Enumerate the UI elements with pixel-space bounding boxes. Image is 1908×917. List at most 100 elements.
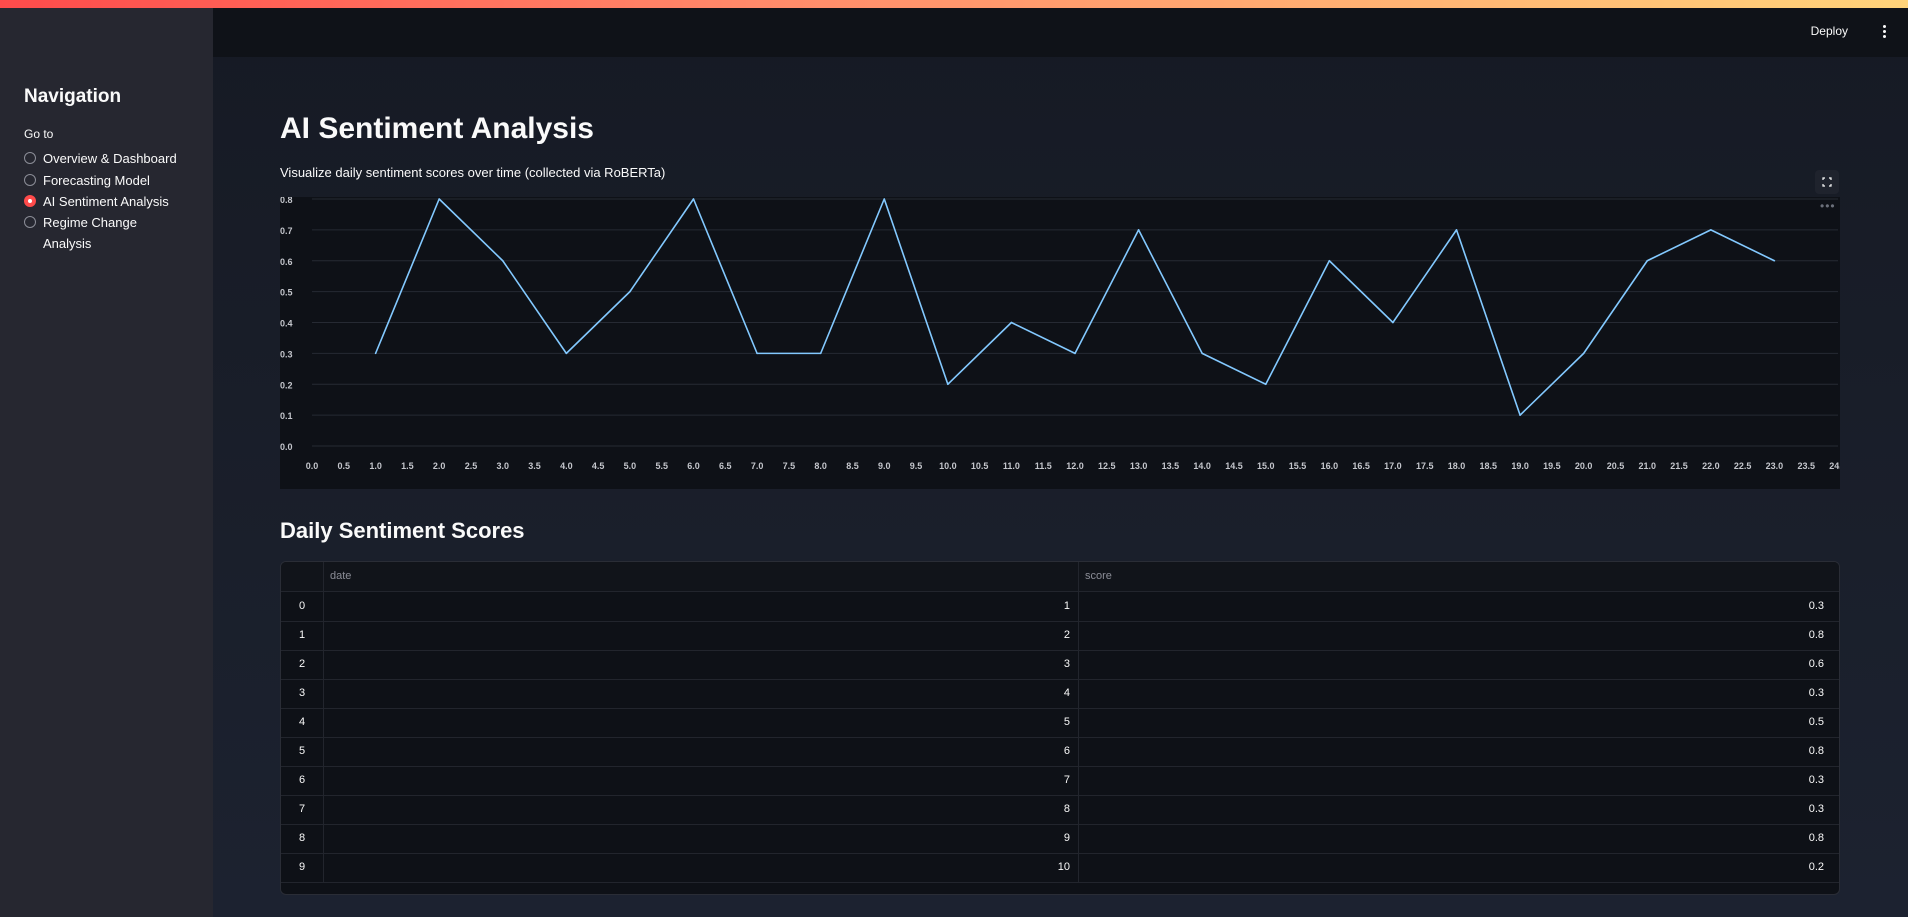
table-row[interactable]: 0 1 0.3 [281, 592, 1839, 622]
cell-score[interactable]: 0.6 [1079, 650, 1832, 679]
row-index[interactable]: 6 [281, 766, 324, 795]
x-tick-label: 4.0 [560, 461, 573, 471]
cell-date[interactable]: 7 [324, 766, 1079, 795]
cell-date[interactable]: 5 [324, 708, 1079, 737]
radio-icon [24, 152, 36, 164]
table-row[interactable]: 7 8 0.3 [281, 795, 1839, 825]
cell-score[interactable]: 0.3 [1079, 766, 1832, 795]
table-header-row: date score [281, 562, 1839, 592]
table-row[interactable]: 5 6 0.8 [281, 737, 1839, 767]
column-header-score[interactable]: score [1079, 562, 1832, 591]
row-index[interactable]: 7 [281, 795, 324, 824]
cell-score[interactable]: 0.5 [1079, 708, 1832, 737]
y-tick-label: 0.0 [280, 442, 293, 452]
x-tick-label: 1.5 [401, 461, 414, 471]
x-tick-label: 11.5 [1035, 461, 1052, 471]
cell-date[interactable]: 4 [324, 679, 1079, 708]
row-index[interactable]: 4 [281, 708, 324, 737]
x-tick-label: 23.0 [1766, 461, 1784, 471]
data-point [1137, 229, 1140, 231]
nav-option-label: Regime Change Analysis [43, 215, 137, 251]
table-row[interactable]: 9 10 0.2 [281, 853, 1839, 883]
cell-score[interactable]: 0.8 [1079, 737, 1832, 766]
x-tick-label: 6.0 [687, 461, 700, 471]
data-point [1710, 229, 1712, 231]
x-tick-label: 0.0 [306, 461, 319, 471]
x-tick-label: 20.5 [1607, 461, 1625, 471]
table-row[interactable]: 3 4 0.3 [281, 679, 1839, 709]
radio-icon [24, 216, 36, 228]
cell-date[interactable]: 6 [324, 737, 1079, 766]
data-point [374, 352, 377, 355]
nav-option-regime[interactable]: Regime Change Analysis [24, 212, 164, 254]
x-tick-label: 22.5 [1734, 461, 1752, 471]
cell-date[interactable]: 8 [324, 795, 1079, 824]
data-point [1010, 321, 1013, 324]
y-tick-label: 0.3 [280, 349, 293, 359]
data-point [1773, 259, 1776, 262]
chart-menu-icon[interactable]: ••• [1820, 199, 1836, 213]
x-tick-label: 10.5 [971, 461, 989, 471]
nav-option-overview[interactable]: Overview & Dashboard [24, 148, 177, 169]
row-index[interactable]: 2 [281, 650, 324, 679]
x-tick-label: 18.5 [1480, 461, 1498, 471]
data-point [629, 290, 631, 293]
cell-date[interactable]: 3 [324, 650, 1079, 679]
table-row[interactable]: 4 5 0.5 [281, 708, 1839, 738]
x-tick-label: 24.0 [1829, 461, 1840, 471]
y-tick-label: 0.6 [280, 257, 293, 267]
x-tick-label: 12.5 [1098, 461, 1116, 471]
deploy-button[interactable]: Deploy [1811, 24, 1848, 38]
top-decoration-bar [0, 0, 1908, 8]
chart-svg: 0.0 0.1 0.2 0.3 0.4 0.5 0.6 0.7 0.8 0.0 0.5 1.0 1.5 2… [280, 195, 1847, 471]
row-index[interactable]: 9 [281, 853, 324, 882]
cell-date[interactable]: 1 [324, 592, 1079, 621]
page-caption: Visualize daily sentiment scores over ti… [280, 165, 666, 180]
cell-score[interactable]: 0.8 [1079, 824, 1832, 853]
data-point [1646, 259, 1649, 262]
page-title: AI Sentiment Analysis [280, 112, 594, 145]
table-row[interactable]: 2 3 0.6 [281, 650, 1839, 680]
nav-option-label: Forecasting Model [43, 173, 150, 188]
sentiment-table[interactable]: date score 0 1 0.3 1 2 0.8 2 3 0.6 3 4 0.3 4 5 0.5 5 6 0.… [280, 561, 1840, 895]
radio-checked-icon [24, 195, 36, 207]
row-index[interactable]: 5 [281, 737, 324, 766]
y-tick-label: 0.1 [280, 411, 293, 421]
cell-date[interactable]: 2 [324, 621, 1079, 650]
fullscreen-icon[interactable] [1815, 170, 1839, 194]
more-menu-icon[interactable] [1878, 20, 1890, 42]
y-tick-label: 0.4 [280, 319, 293, 329]
data-point [501, 259, 504, 262]
row-index[interactable]: 0 [281, 592, 324, 621]
y-tick-label: 0.5 [280, 288, 293, 298]
x-tick-label: 5.5 [655, 461, 668, 471]
x-tick-label: 22.0 [1702, 461, 1720, 471]
x-tick-label: 3.5 [528, 461, 541, 471]
y-tick-label: 0.2 [280, 380, 293, 390]
nav-option-forecasting[interactable]: Forecasting Model [24, 170, 150, 191]
cell-score[interactable]: 0.8 [1079, 621, 1832, 650]
data-point [1201, 352, 1203, 355]
table-row[interactable]: 8 9 0.8 [281, 824, 1839, 854]
column-header-date[interactable]: date [324, 562, 1079, 591]
cell-score[interactable]: 0.3 [1079, 679, 1832, 708]
table-row[interactable]: 6 7 0.3 [281, 766, 1839, 796]
cell-score[interactable]: 0.3 [1079, 592, 1832, 621]
row-index[interactable]: 1 [281, 621, 324, 650]
y-tick-label: 0.7 [280, 226, 293, 236]
x-tick-label: 21.0 [1638, 461, 1656, 471]
cell-score[interactable]: 0.2 [1079, 853, 1832, 882]
data-point [692, 198, 695, 200]
data-point [1519, 414, 1521, 416]
index-header [281, 562, 324, 591]
data-point [1074, 352, 1076, 355]
cell-score[interactable]: 0.3 [1079, 795, 1832, 824]
x-tick-label: 15.0 [1257, 461, 1275, 471]
row-index[interactable]: 3 [281, 679, 324, 708]
table-row[interactable]: 1 2 0.8 [281, 621, 1839, 651]
nav-option-sentiment[interactable]: AI Sentiment Analysis [24, 191, 169, 212]
nav-option-label: Overview & Dashboard [43, 151, 177, 166]
row-index[interactable]: 8 [281, 824, 324, 853]
cell-date[interactable]: 10 [324, 853, 1079, 882]
cell-date[interactable]: 9 [324, 824, 1079, 853]
